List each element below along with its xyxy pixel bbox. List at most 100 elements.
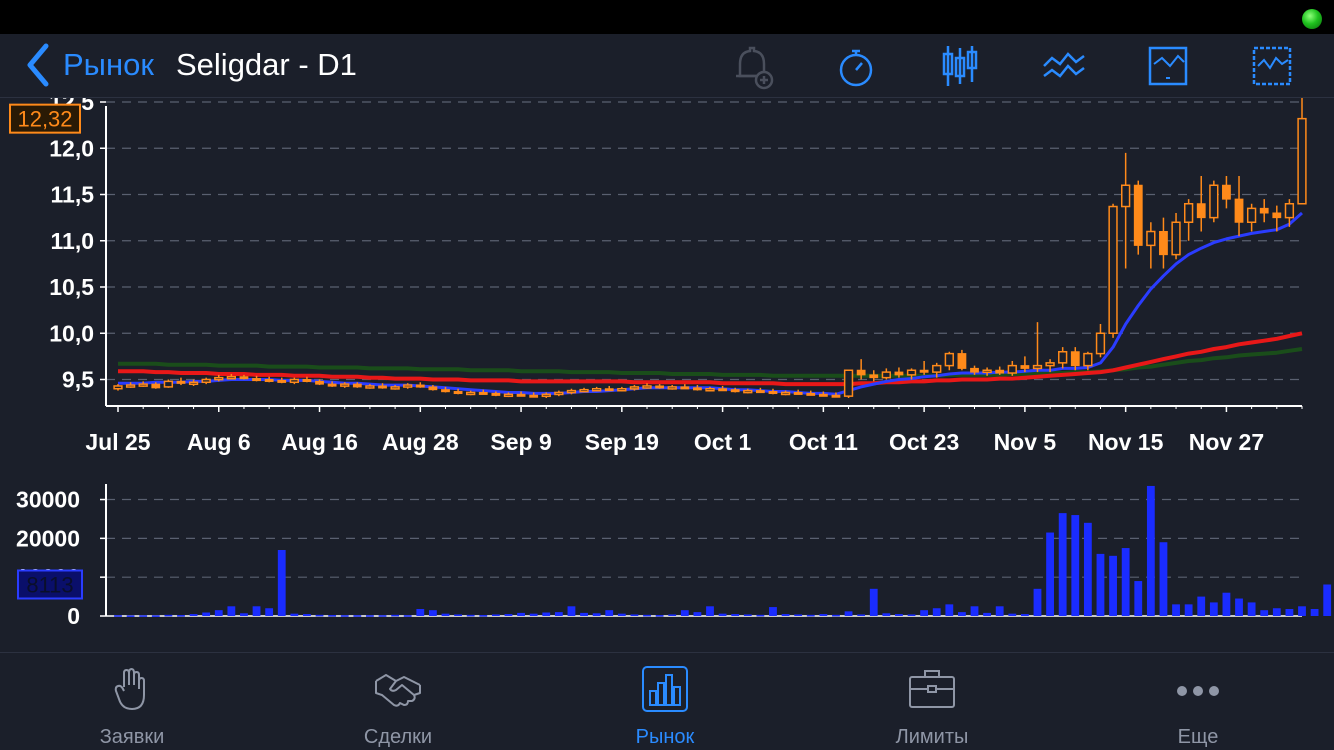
candle-body-up xyxy=(1032,364,1043,370)
date-axis-label: Oct 1 xyxy=(694,429,752,455)
volume-bar xyxy=(680,610,689,616)
tab-deals[interactable]: Сделки xyxy=(298,653,498,750)
candle-body-down xyxy=(264,379,274,382)
navigation-bar: Рынок Seligdar - D1 xyxy=(0,34,1334,98)
chart-canvas[interactable]: 12,512,011,511,010,510,09,5Jul 25Aug 6Au… xyxy=(0,98,1334,652)
candlestick-icon[interactable] xyxy=(936,42,984,90)
candle-body-down xyxy=(655,385,665,389)
volume-bar xyxy=(643,614,651,617)
volume-bar xyxy=(554,612,563,616)
candle xyxy=(264,376,274,383)
hand-icon xyxy=(114,667,145,711)
candle xyxy=(1209,180,1219,223)
candle xyxy=(919,361,929,375)
candle-body-down xyxy=(378,385,387,389)
bar-chart-icon xyxy=(642,666,688,712)
date-axis-label: Aug 28 xyxy=(382,429,459,455)
candle-body-up xyxy=(1095,332,1106,355)
candle-body-up xyxy=(113,385,123,390)
volume-bar xyxy=(391,614,400,617)
volume-bar xyxy=(970,606,979,616)
status-bar xyxy=(0,0,1334,34)
chart-area[interactable]: 12,512,011,511,010,510,09,5Jul 25Aug 6Au… xyxy=(0,98,1334,652)
candle-body-up xyxy=(1045,362,1055,367)
candle-body-up xyxy=(390,386,400,390)
candle xyxy=(843,369,854,398)
volume-bar xyxy=(756,614,765,617)
candle-body-up xyxy=(642,385,652,389)
volume-bar xyxy=(491,614,500,616)
back-chevron-icon[interactable] xyxy=(22,42,52,88)
volume-bar xyxy=(794,614,803,616)
volume-bar xyxy=(605,610,614,616)
candle xyxy=(667,385,677,390)
candle-body-up xyxy=(554,391,564,396)
candle-body-down xyxy=(302,379,312,382)
stopwatch-icon[interactable] xyxy=(832,42,880,90)
candle-body-up xyxy=(1284,203,1295,219)
candle xyxy=(1196,176,1206,232)
tab-label: Рынок xyxy=(635,726,695,748)
volume-bar xyxy=(857,614,866,616)
bell-plus-icon[interactable] xyxy=(728,42,776,90)
date-axis-label: Aug 16 xyxy=(281,429,358,455)
date-axis-label: Nov 15 xyxy=(1088,429,1164,455)
volume-bar xyxy=(504,614,513,616)
ma-slow-line xyxy=(118,347,1303,378)
volume-bar xyxy=(265,608,274,616)
candle-body-down xyxy=(995,369,1005,374)
chart-window-icon[interactable] xyxy=(1144,42,1192,90)
handshake-icon xyxy=(375,674,421,707)
volume-bar xyxy=(1033,588,1042,616)
candle-body-up xyxy=(617,388,627,392)
candle-body-down xyxy=(415,384,425,388)
volume-bar xyxy=(995,606,1004,616)
volume-bar xyxy=(1109,555,1117,616)
candle-body-down xyxy=(806,392,816,396)
tab-market[interactable]: Рынок xyxy=(565,653,765,750)
back-button[interactable]: Рынок xyxy=(63,47,154,83)
candle-body-up xyxy=(201,378,211,384)
date-axis-label: Sep 9 xyxy=(490,429,551,455)
price-axis-label: 10,5 xyxy=(49,274,94,300)
candle-body-down xyxy=(755,390,765,394)
price-axis-label: 12,0 xyxy=(49,135,94,161)
volume-bar xyxy=(416,609,425,616)
volume-bar xyxy=(1020,614,1029,616)
candle-body-down xyxy=(176,380,186,384)
chart-dotted-window-icon[interactable] xyxy=(1248,42,1296,90)
volume-bar xyxy=(1222,592,1231,616)
volume-bar xyxy=(580,612,588,616)
candle-body-up xyxy=(667,386,677,390)
candle-body-up xyxy=(226,375,237,380)
candle-body-down xyxy=(818,393,828,397)
volume-bar xyxy=(529,613,538,616)
volume-bar xyxy=(1083,522,1092,616)
candle-body-up xyxy=(403,384,413,388)
tab-more[interactable]: Еще xyxy=(1098,653,1298,750)
volume-bar xyxy=(819,614,828,616)
date-axis-label: Jul 25 xyxy=(85,429,150,455)
last-price-label: 12,32 xyxy=(17,107,72,132)
volume-axis-label: 20000 xyxy=(16,525,80,551)
candle-body-up xyxy=(944,352,954,367)
candle-body-down xyxy=(718,388,728,392)
candle xyxy=(591,386,602,392)
volume-bar xyxy=(895,614,903,616)
connection-status-icon xyxy=(1302,9,1322,29)
indicator-lines-icon[interactable] xyxy=(1040,42,1088,90)
tab-orders[interactable]: Заявки xyxy=(32,653,232,750)
candle-body-up xyxy=(982,369,992,373)
tab-bar: Заявки Сделки Рынок Лимиты Еще xyxy=(0,652,1334,750)
candle-body-down xyxy=(957,353,967,369)
volume-bar xyxy=(303,614,311,616)
price-axis-label: 11,5 xyxy=(51,182,95,208)
candle-body-down xyxy=(151,383,161,389)
candle-body-up xyxy=(503,393,514,398)
volume-bar xyxy=(567,606,576,616)
candle-body-up xyxy=(1146,230,1156,247)
candle-body-up xyxy=(705,388,715,392)
candle xyxy=(957,349,967,371)
candle-body-up xyxy=(843,369,854,397)
tab-limits[interactable]: Лимиты xyxy=(832,653,1032,750)
